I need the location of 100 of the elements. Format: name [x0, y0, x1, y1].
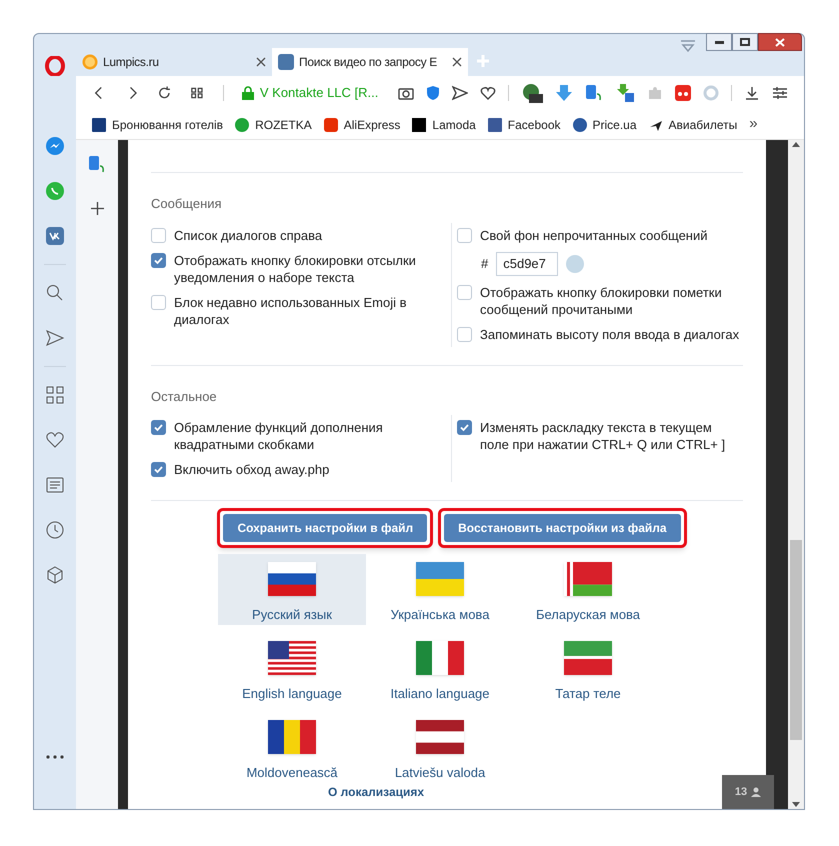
scrollbar[interactable] — [788, 140, 804, 809]
option-label: Блок недавно использованных Emoji в диалогах — [174, 294, 408, 328]
checkbox[interactable] — [151, 462, 166, 477]
cube-icon[interactable] — [45, 565, 65, 585]
language-option[interactable]: Українська мова — [366, 554, 514, 625]
checkbox[interactable] — [151, 228, 166, 242]
more-icon[interactable] — [46, 755, 64, 759]
language-option[interactable]: Latviešu valoda — [366, 712, 514, 783]
restore-button[interactable]: Восстановить настройки из файла — [444, 514, 681, 542]
checkbox[interactable] — [457, 420, 472, 435]
flag-icon — [416, 641, 464, 675]
add-icon[interactable] — [90, 202, 104, 215]
flag-icon — [268, 641, 316, 675]
site-icon — [235, 118, 250, 132]
option-label: Отображать кнопку блокировки отсылки уведомления о наборе текста — [174, 252, 417, 286]
flag-icon — [268, 720, 316, 754]
tab-title: Поиск видео по запросу E — [299, 54, 438, 71]
close-icon[interactable] — [256, 57, 266, 67]
save-button[interactable]: Сохранить настройки в файл — [223, 514, 428, 542]
download-arrow-icon[interactable] — [555, 84, 573, 102]
checkbox[interactable] — [457, 326, 472, 342]
bookmark[interactable]: AliExpress — [324, 116, 400, 134]
flag-icon — [416, 720, 464, 754]
bookmark[interactable]: Авиабилеты — [648, 116, 738, 134]
language-option[interactable]: English language — [218, 633, 366, 704]
news-icon[interactable] — [45, 475, 65, 495]
checkbox[interactable] — [151, 420, 166, 435]
online-count: 13 — [734, 784, 748, 800]
app-icon[interactable] — [675, 85, 691, 101]
messenger-icon[interactable] — [45, 136, 65, 156]
flag-icon — [564, 562, 612, 596]
heart-icon[interactable] — [45, 430, 65, 450]
download-help-icon[interactable] — [615, 83, 635, 103]
grid-icon[interactable] — [45, 385, 65, 405]
close-button[interactable] — [758, 33, 802, 51]
checkbox[interactable] — [151, 252, 166, 268]
checkmark-icon — [153, 254, 164, 266]
option-label: Запоминать высоту поля ввода в диалогах — [480, 326, 740, 342]
translate-icon[interactable] — [89, 156, 105, 174]
option-label: Свой фон непрочитанных сообщений — [480, 226, 708, 244]
checkbox[interactable] — [151, 294, 166, 310]
language-option[interactable]: Татар теле — [514, 633, 662, 704]
grid-icon[interactable] — [190, 85, 205, 101]
about-link[interactable]: О локализациях — [328, 783, 424, 801]
option-label: Отображать кнопку блокировки пометки сообщений прочитаными — [480, 284, 723, 318]
language-option[interactable]: Moldovenească — [218, 712, 366, 783]
hash-label: # — [481, 254, 488, 273]
minimize-button[interactable] — [706, 33, 732, 51]
site-icon — [92, 118, 106, 132]
section-title: Остальное — [151, 388, 218, 406]
color-field[interactable]: c5d9e7 — [496, 252, 558, 276]
bookmark[interactable]: Lamoda — [412, 116, 476, 134]
translate-icon[interactable] — [585, 84, 603, 102]
whatsapp-icon[interactable] — [45, 181, 65, 201]
maximize-button[interactable] — [732, 33, 758, 51]
language-option[interactable]: Русский язык — [218, 554, 366, 625]
scroll-down-icon[interactable] — [792, 802, 800, 807]
download-icon[interactable] — [744, 85, 760, 101]
option-label: Список диалогов справа — [174, 226, 322, 244]
more-bookmarks[interactable]: » — [749, 113, 758, 136]
bookmark[interactable]: Price.ua — [572, 116, 637, 134]
person-icon — [751, 787, 762, 797]
fruit-icon — [82, 54, 98, 70]
clock-icon[interactable] — [45, 520, 65, 540]
checkbox[interactable] — [457, 284, 472, 300]
close-icon[interactable] — [452, 57, 462, 67]
site-icon — [488, 118, 502, 132]
vk-icon — [278, 54, 294, 70]
send-icon[interactable] — [452, 85, 468, 101]
checkmark-icon — [153, 422, 164, 433]
reload-icon[interactable] — [157, 85, 172, 101]
opera-logo[interactable] — [45, 56, 65, 76]
language-option[interactable]: Italiano language — [366, 633, 514, 704]
checkbox[interactable] — [457, 228, 472, 242]
heart-icon[interactable] — [480, 85, 496, 101]
checkmark-icon — [459, 422, 470, 433]
settings-icon[interactable] — [772, 85, 788, 101]
site-icon — [412, 118, 426, 132]
send-icon[interactable] — [45, 328, 65, 348]
site-icon — [572, 118, 586, 132]
bookmark[interactable]: Facebook — [488, 116, 560, 134]
browser-tab[interactable]: Lumpics.ru — [76, 48, 272, 76]
tab-title: Lumpics.ru — [103, 54, 160, 71]
checkmark-icon — [153, 464, 164, 475]
site-icon — [324, 118, 338, 132]
option-label: Изменять раскладку текста в текущем поле при нажатии CTRL+ Q или CTRL+ ] — [480, 419, 726, 453]
scroll-up-icon[interactable] — [792, 142, 800, 147]
option-label: Включить обход away.php — [174, 461, 330, 478]
section-title: Сообщения — [151, 195, 223, 213]
scroll-thumb[interactable] — [790, 540, 802, 740]
flag-icon — [564, 641, 612, 675]
vk-icon[interactable] — [45, 226, 65, 246]
browser-tab[interactable]: Поиск видео по запросу E — [272, 48, 468, 76]
shield-icon[interactable] — [426, 85, 440, 101]
flag-icon — [416, 562, 464, 596]
bookmark[interactable]: ROZETKA — [235, 116, 312, 134]
bookmark[interactable]: Бронювання готелів — [92, 116, 224, 134]
online-badge[interactable]: 13 — [722, 775, 774, 809]
search-icon[interactable] — [45, 283, 65, 303]
language-option[interactable]: Беларуская мова — [514, 554, 662, 625]
